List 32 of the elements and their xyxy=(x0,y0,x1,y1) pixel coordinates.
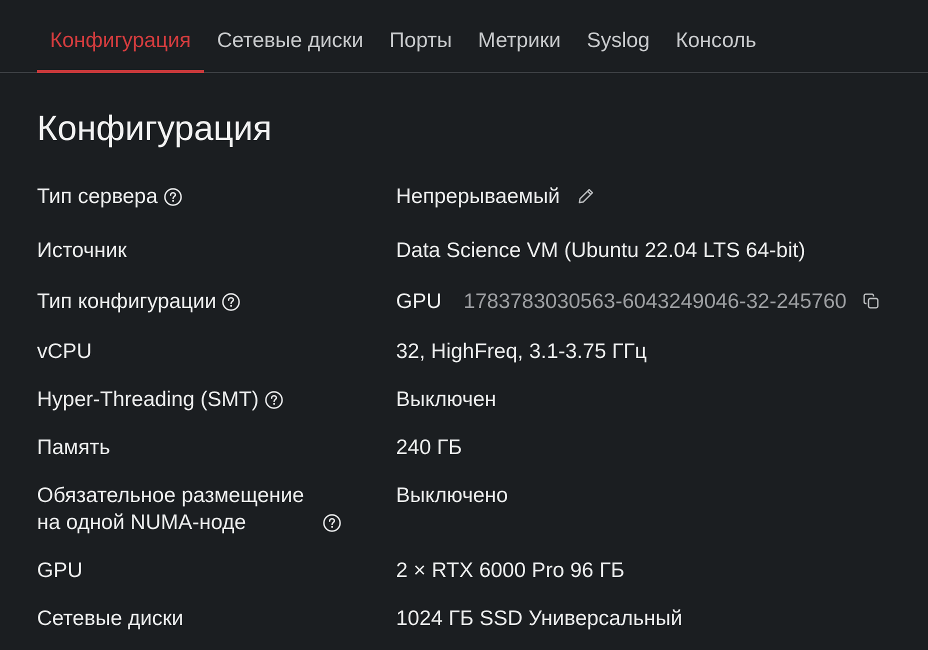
section-title: Конфигурация xyxy=(37,109,273,149)
property-value: 2 × RTX 6000 Pro 96 ГБ xyxy=(396,558,624,584)
property-value: Data Science VM (Ubuntu 22.04 LTS 64-bit) xyxy=(396,238,806,264)
property-label: Сетевые диски xyxy=(37,606,184,632)
pencil-icon xyxy=(576,187,595,205)
property-label: Память xyxy=(37,435,110,461)
property-label: Hyper-Threading (SMT) xyxy=(37,387,259,413)
property-value: 32, HighFreq, 3.1-3.75 ГГц xyxy=(396,339,647,365)
help-icon[interactable] xyxy=(323,514,341,532)
property-value: Выключено xyxy=(396,483,508,509)
property-value: Выключен xyxy=(396,387,496,413)
property-label: Тип конфигурации xyxy=(37,288,216,314)
property-value: 1024 ГБ SSD Универсальный xyxy=(396,606,682,632)
tab[interactable]: Конфигурация xyxy=(37,17,204,73)
property-value: GPU xyxy=(396,288,442,314)
tab[interactable]: Порты xyxy=(376,17,466,73)
property-label: Источник xyxy=(37,238,127,264)
help-icon[interactable] xyxy=(264,391,283,409)
property-label: vCPU xyxy=(37,339,92,365)
help-icon[interactable] xyxy=(164,188,182,206)
tab[interactable]: Метрики xyxy=(465,17,574,73)
tab[interactable]: Syslog xyxy=(574,17,663,73)
property-value: Непрерываемый xyxy=(396,184,560,210)
help-icon[interactable] xyxy=(222,292,240,310)
property-label: Тип сервера xyxy=(37,184,158,210)
configuration-id: 1783783030563-6043249046-32-245760 xyxy=(464,288,847,314)
copy-icon xyxy=(862,293,879,309)
tab[interactable]: Сетевые диски xyxy=(204,17,376,73)
property-label: GPU xyxy=(37,558,83,584)
property-label: Обязательное размещение на одной NUMA-ноде xyxy=(37,483,306,536)
tab[interactable]: Консоль xyxy=(662,17,770,73)
property-value: 240 ГБ xyxy=(396,435,462,461)
